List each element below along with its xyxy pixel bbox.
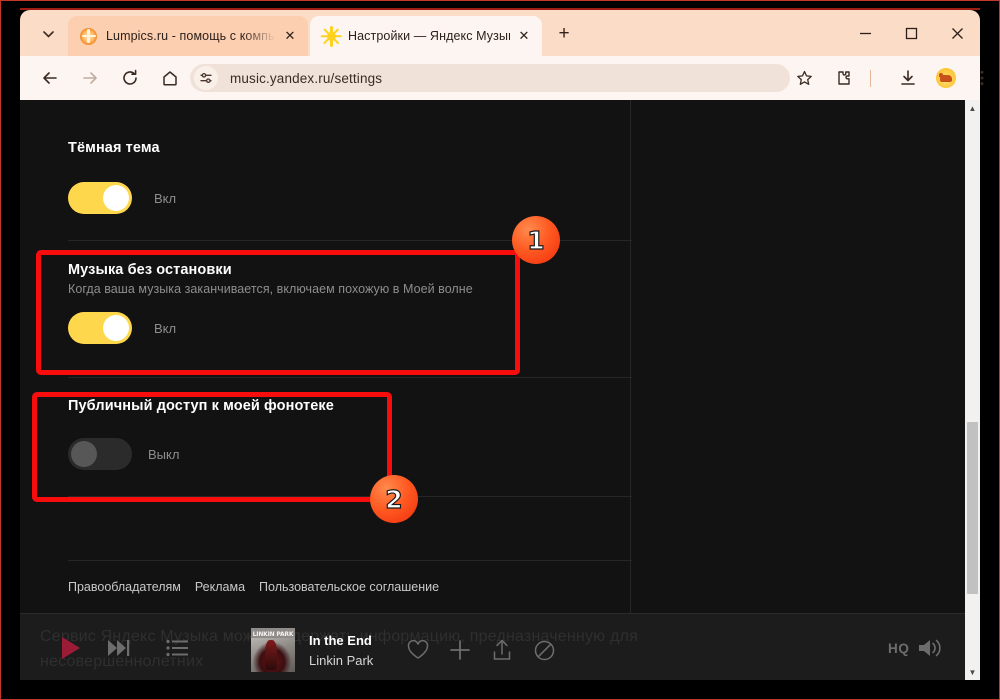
content-vertical-divider: [630, 100, 631, 613]
track-artist: Linkin Park: [309, 653, 374, 668]
three-dot-menu-icon[interactable]: [970, 66, 994, 90]
back-arrow-icon[interactable]: [38, 66, 62, 90]
scrollbar-down-arrow-icon[interactable]: ▼: [965, 664, 980, 680]
setting-title-dark-theme: Тёмная тема: [68, 140, 160, 156]
section-divider: [68, 377, 632, 378]
yandex-music-icon: [320, 25, 342, 47]
toggle-public-library[interactable]: [68, 438, 132, 470]
download-icon[interactable]: [896, 66, 920, 90]
plus-icon[interactable]: [448, 639, 472, 661]
queue-list-icon[interactable]: [164, 638, 190, 658]
player-disclaimer-text: Сервис Яндекс Музыка может содержать инф…: [40, 628, 638, 670]
album-cover-band-label: LINKIN PARK: [252, 631, 294, 638]
reload-icon[interactable]: [118, 66, 142, 90]
album-cover: LINKIN PARK: [251, 628, 295, 672]
annotation-badge-1: 1: [512, 216, 560, 264]
tab-close-button[interactable]: ✕: [280, 26, 300, 46]
section-divider: [68, 496, 632, 497]
play-icon[interactable]: [52, 634, 88, 662]
toggle-nonstop-music[interactable]: [68, 312, 132, 344]
site-settings-icon[interactable]: [194, 66, 218, 90]
minimize-icon[interactable]: [842, 10, 888, 56]
dog-avatar-icon[interactable]: [934, 66, 958, 90]
tab-title: Настройки — Яндекс Музыка: [348, 29, 510, 43]
new-tab-button[interactable]: +: [552, 23, 576, 45]
address-bar-url: music.yandex.ru/settings: [230, 70, 383, 86]
maximize-icon[interactable]: [888, 10, 934, 56]
toggle-label-public-library: Выкл: [148, 447, 180, 462]
home-icon[interactable]: [158, 66, 182, 90]
next-track-icon[interactable]: [104, 638, 134, 658]
scrollbar-thumb[interactable]: [967, 422, 978, 594]
star-icon[interactable]: [790, 64, 818, 92]
tab-search-chevron-icon[interactable]: [36, 23, 60, 45]
browser-toolbar: music.yandex.ru/settings: [20, 56, 984, 100]
toggle-label-nonstop-music: Вкл: [154, 321, 177, 336]
tab-lumpics[interactable]: Lumpics.ru - помощь с компью ✕: [68, 16, 308, 56]
tab-strip-area: Lumpics.ru - помощь с компью ✕ Настройки…: [20, 10, 980, 56]
toggle-label-dark-theme: Вкл: [154, 191, 177, 206]
forward-arrow-icon: [78, 66, 102, 90]
toggle-dark-theme[interactable]: [68, 182, 132, 214]
scrollbar-up-arrow-icon[interactable]: ▲: [965, 100, 980, 116]
tab-close-button[interactable]: ✕: [514, 26, 534, 46]
toolbar-divider: [870, 70, 871, 87]
tab-strip: Lumpics.ru - помощь с компью ✕ Настройки…: [20, 10, 980, 56]
orange-slice-icon: [80, 27, 97, 45]
close-icon[interactable]: [934, 10, 980, 56]
setting-title-public-library: Публичный доступ к моей фонотеке: [68, 398, 334, 414]
footer-links: Правообладателям Реклама Пользовательское …: [68, 580, 453, 594]
heart-icon[interactable]: [406, 639, 430, 661]
footer-link-rightholders[interactable]: Правообладателям: [68, 580, 181, 594]
quality-label-hq[interactable]: HQ: [888, 641, 909, 656]
player-bar: Сервис Яндекс Музыка может содержать инф…: [20, 613, 980, 680]
footer-link-user-agreement[interactable]: Пользовательское соглашение: [259, 580, 439, 594]
puzzle-icon[interactable]: [832, 66, 856, 90]
setting-title-nonstop-music: Музыка без остановки: [68, 262, 232, 278]
footer-link-advertising[interactable]: Реклама: [195, 580, 245, 594]
window-controls: [842, 10, 980, 56]
annotation-badge-2: 2: [370, 475, 418, 523]
page-viewport: Тёмная тема Вкл Музыка без остановки Ког…: [20, 100, 980, 680]
tab-title: Lumpics.ru - помощь с компью: [106, 29, 276, 43]
address-bar[interactable]: music.yandex.ru/settings: [190, 64, 790, 92]
share-icon[interactable]: [490, 638, 514, 662]
tab-yandex-music-settings[interactable]: Настройки — Яндекс Музыка ✕: [310, 16, 542, 56]
volume-icon[interactable]: [916, 636, 946, 660]
footer-divider: [68, 560, 632, 561]
browser-window: Lumpics.ru - помощь с компью ✕ Настройки…: [0, 0, 1000, 700]
setting-subtitle-nonstop-music: Когда ваша музыка заканчивается, включае…: [68, 282, 473, 296]
ban-icon[interactable]: [532, 639, 556, 661]
page-scrollbar[interactable]: ▲ ▼: [965, 100, 980, 680]
track-title: In the End: [309, 633, 372, 648]
